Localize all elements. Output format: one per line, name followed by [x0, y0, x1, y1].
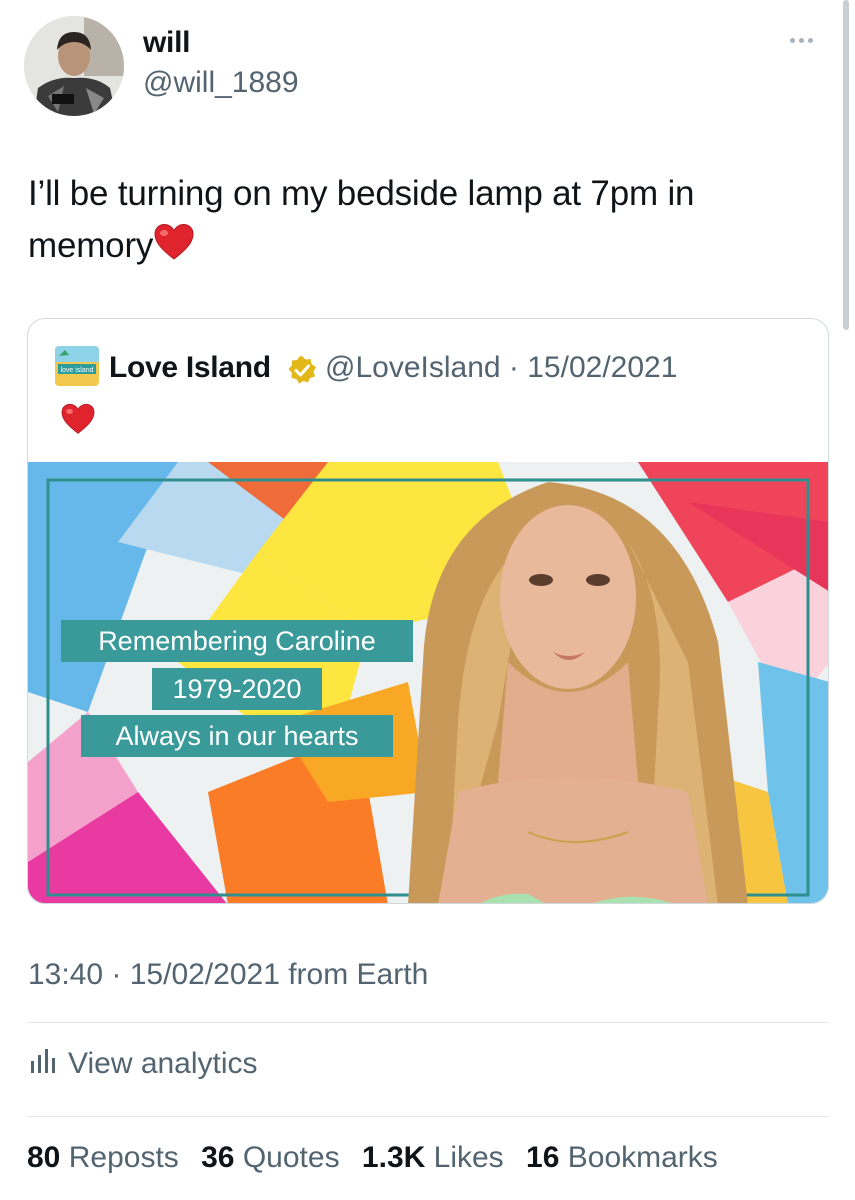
author-display-name[interactable]: will — [143, 26, 190, 60]
banner-line-3: Always in our hearts — [115, 721, 358, 751]
tweet-timestamp[interactable]: 13:40 · 15/02/2021 from Earth — [28, 958, 428, 992]
reposts-stat[interactable]: 80 Reposts — [27, 1141, 179, 1174]
tribute-image-graphic: Remembering Caroline 1979-2020 Always in… — [28, 462, 828, 903]
likes-count: 1.3K — [361, 1141, 426, 1174]
quotes-stat[interactable]: 36 Quotes — [201, 1141, 339, 1174]
scrollbar[interactable] — [843, 0, 849, 330]
quoted-tweet-card[interactable]: love island Love Island @LoveIsland · 15… — [27, 318, 829, 904]
banner-line-2: 1979-2020 — [172, 674, 301, 704]
quoted-tweet-image[interactable]: Remembering Caroline 1979-2020 Always in… — [28, 462, 828, 903]
meta-separator: · — [508, 351, 519, 384]
reposts-label: Reposts — [68, 1141, 179, 1174]
verified-badge-icon — [287, 355, 317, 390]
reposts-count: 80 — [27, 1141, 61, 1174]
bookmarks-count: 16 — [526, 1141, 560, 1174]
svg-text:love island: love island — [60, 367, 93, 374]
red-heart-icon — [60, 403, 96, 440]
tweet-text-body: I’ll be turning on my bedside lamp at 7p… — [28, 174, 695, 265]
red-heart-icon — [153, 223, 195, 276]
view-analytics-link[interactable]: View analytics — [28, 1045, 258, 1083]
quoted-avatar[interactable]: love island — [55, 346, 99, 386]
quotes-label: Quotes — [242, 1141, 340, 1174]
quoted-handle[interactable]: @LoveIsland — [325, 351, 501, 384]
author-avatar[interactable] — [24, 16, 124, 116]
quoted-meta: @LoveIsland · 15/02/2021 — [325, 351, 677, 385]
bookmarks-label: Bookmarks — [567, 1141, 718, 1174]
divider — [27, 1022, 829, 1023]
quotes-count: 36 — [201, 1141, 235, 1174]
quoted-date[interactable]: 15/02/2021 — [527, 351, 677, 384]
tweet-text: I’ll be turning on my bedside lamp at 7p… — [28, 168, 818, 276]
analytics-label: View analytics — [68, 1047, 258, 1080]
quoted-display-name[interactable]: Love Island — [109, 351, 271, 385]
analytics-icon — [28, 1045, 58, 1083]
more-options-icon[interactable] — [790, 30, 817, 48]
banner-line-1: Remembering Caroline — [98, 626, 376, 656]
divider — [27, 1116, 829, 1117]
engagement-stats: 80 Reposts 36 Quotes 1.3K Likes 16 Bookm… — [27, 1141, 718, 1175]
author-handle[interactable]: @will_1889 — [143, 66, 299, 100]
likes-label: Likes — [433, 1141, 504, 1174]
bookmarks-stat[interactable]: 16 Bookmarks — [526, 1141, 718, 1174]
likes-stat[interactable]: 1.3K Likes — [362, 1141, 504, 1174]
